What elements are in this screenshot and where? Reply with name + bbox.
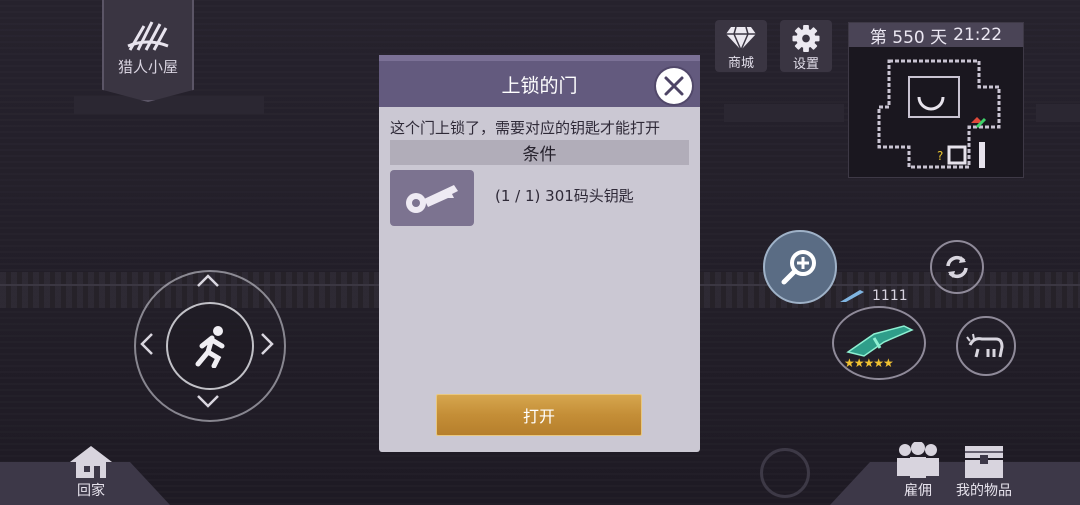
ammo-icon [840, 290, 864, 302]
home-button[interactable]: 回家 [66, 442, 116, 500]
conditions-header: 条件 [390, 140, 689, 165]
key-icon [406, 185, 458, 213]
arrow-down-icon [197, 395, 219, 408]
bull-icon [966, 333, 1004, 358]
ammo-count: 1111 [872, 288, 908, 304]
settings-button[interactable]: 设置 [780, 20, 832, 72]
weapon-stars: ★★★★★ [844, 356, 894, 370]
home-label: 回家 [77, 483, 105, 499]
game-clock: 21:22 [953, 25, 1003, 45]
diamond-icon [726, 26, 756, 51]
wall-segment [724, 104, 844, 122]
locked-door-dialog [379, 55, 700, 452]
hunter-hut-label: 猎人小屋 [117, 58, 178, 76]
running-man-icon [195, 326, 225, 368]
day-counter: 第 550 天 [869, 27, 948, 48]
close-icon [664, 76, 684, 96]
hire-label: 雇佣 [904, 483, 932, 499]
inventory-button[interactable]: 我的物品 [956, 442, 1012, 500]
hunter-hut-button[interactable]: 猎人小屋 [102, 0, 194, 102]
day-time-header: 第 550 天 21:22 [849, 23, 1023, 48]
refresh-icon [946, 255, 968, 279]
shop-label: 商城 [727, 56, 754, 71]
open-button[interactable]: 打开 [436, 394, 642, 436]
hunter-hut-icon [127, 21, 169, 51]
minimap[interactable]: 第 550 天 21:22 ? [848, 22, 1024, 178]
sprint-button[interactable] [166, 302, 254, 390]
faded-ring [760, 448, 810, 498]
arrow-left-icon [140, 333, 153, 355]
weapon-button[interactable]: ★★★★★ [832, 306, 926, 380]
inventory-label: 我的物品 [956, 483, 1012, 499]
wall-segment [74, 96, 264, 114]
chest-icon [965, 446, 1003, 478]
gear-icon [792, 25, 820, 52]
dialog-header: 上锁的门 [379, 55, 700, 107]
people-icon [897, 442, 939, 478]
minimap-layout: ? [877, 59, 1001, 169]
wall-segment [1036, 104, 1080, 122]
required-item-slot[interactable] [390, 170, 474, 226]
pet-button[interactable] [956, 316, 1016, 376]
dialog-title: 上锁的门 [501, 74, 578, 97]
zoom-button[interactable] [763, 230, 837, 304]
shop-button[interactable]: 商城 [715, 20, 767, 72]
requirement-text: (1 / 1) 301码头钥匙 [495, 187, 634, 205]
close-button[interactable] [656, 68, 692, 104]
settings-label: 设置 [792, 57, 819, 72]
magnifier-plus-icon [781, 250, 816, 285]
arrow-right-icon [261, 333, 274, 355]
bottom-bar-right [830, 462, 1080, 505]
hire-button[interactable]: 雇佣 [893, 442, 943, 500]
house-icon [70, 446, 112, 478]
switch-target-button[interactable] [930, 240, 984, 294]
arrow-up-icon [197, 274, 219, 287]
svg-text:?: ? [937, 149, 943, 163]
dialog-description: 这个门上锁了，需要对应的钥匙才能打开 [390, 119, 661, 137]
